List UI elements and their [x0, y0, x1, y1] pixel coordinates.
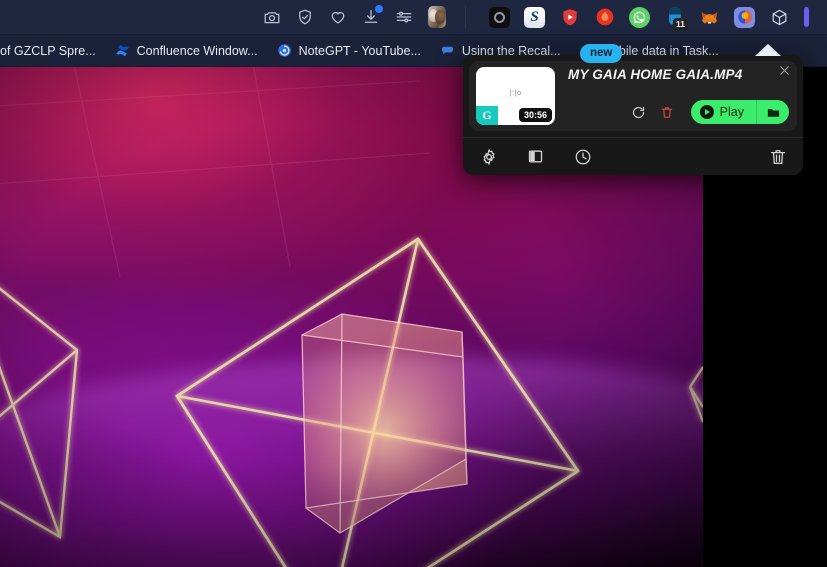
ext-whatsapp-icon[interactable]: [629, 6, 650, 28]
bookmark-notegpt[interactable]: NoteGPT - YouTube...: [269, 39, 429, 62]
browser-toolbar: S 11: [0, 0, 827, 35]
history-clock-icon[interactable]: [573, 147, 592, 166]
confluence-icon: [115, 43, 130, 58]
thumbnail-overlay-text: |:|o: [509, 88, 522, 97]
delete-icon[interactable]: [659, 104, 675, 120]
notegpt-icon: [277, 43, 292, 58]
play-button-group: Play: [690, 100, 789, 124]
video-thumbnail[interactable]: |:|o G 30:56: [476, 67, 555, 125]
clear-all-trash-icon[interactable]: [768, 147, 787, 166]
ext-shield-play-icon[interactable]: [559, 7, 580, 28]
ext-gear-icon[interactable]: [489, 6, 510, 28]
sliders-icon[interactable]: [395, 8, 413, 26]
downloads-popup-toolbar: [463, 137, 803, 175]
downloads-popup: |:|o G 30:56 MY GAIA HOME GAIA.MP4 Play …: [463, 44, 803, 175]
ext-drop-icon[interactable]: [594, 7, 615, 28]
ext-blue-badge-icon[interactable]: 11: [664, 7, 688, 31]
extension-icons: S 11: [489, 6, 815, 31]
download-item-row[interactable]: |:|o G 30:56 MY GAIA HOME GAIA.MP4 Play: [469, 61, 797, 131]
ext-purple-bar-icon[interactable]: [804, 7, 809, 27]
download-icon[interactable]: [362, 5, 383, 26]
ext-metamask-fox-icon[interactable]: [699, 7, 720, 28]
show-in-folder-button[interactable]: [756, 100, 789, 124]
settings-icon[interactable]: [479, 147, 498, 166]
download-title: MY GAIA HOME GAIA.MP4: [568, 67, 743, 82]
ext-s-icon[interactable]: S: [524, 6, 545, 28]
download-badge-dot: [375, 5, 383, 13]
bookmark-label: Confluence Window...: [136, 43, 258, 58]
play-circle-icon: [699, 105, 714, 119]
thumbnail-source-badge: G: [476, 106, 498, 125]
new-feature-badge: new: [580, 44, 623, 63]
sidebar-panel-icon[interactable]: [526, 147, 545, 166]
heart-icon[interactable]: [329, 8, 347, 26]
folder-icon: [767, 108, 779, 117]
play-button-label: Play: [719, 105, 744, 119]
popup-arrow-pointer: [755, 44, 781, 56]
play-button[interactable]: Play: [691, 100, 756, 124]
close-icon[interactable]: [777, 63, 793, 79]
toolbar-divider: [465, 6, 466, 28]
bookmark-confluence[interactable]: Confluence Window...: [107, 39, 266, 62]
avatar[interactable]: [428, 6, 446, 28]
shield-check-icon[interactable]: [296, 8, 314, 26]
browser-action-icons: S 11: [263, 5, 827, 31]
ext-cube-icon[interactable]: [769, 7, 790, 28]
camera-icon[interactable]: [263, 8, 281, 26]
screen-root: S 11 of GZCLP Spre... Confluence Window.…: [0, 0, 827, 567]
bookmark-label: NoteGPT - YouTube...: [298, 43, 421, 58]
chat-icon: [440, 43, 455, 58]
thumbnail-duration: 30:56: [518, 108, 552, 122]
ext-color-circle-icon[interactable]: [734, 6, 755, 28]
retry-icon[interactable]: [631, 104, 647, 120]
download-actions: Play: [631, 100, 789, 124]
bookmark-gzclp[interactable]: of GZCLP Spre...: [0, 40, 104, 62]
ext-badge-count: 11: [673, 18, 688, 31]
bookmark-label: of GZCLP Spre...: [0, 43, 96, 58]
